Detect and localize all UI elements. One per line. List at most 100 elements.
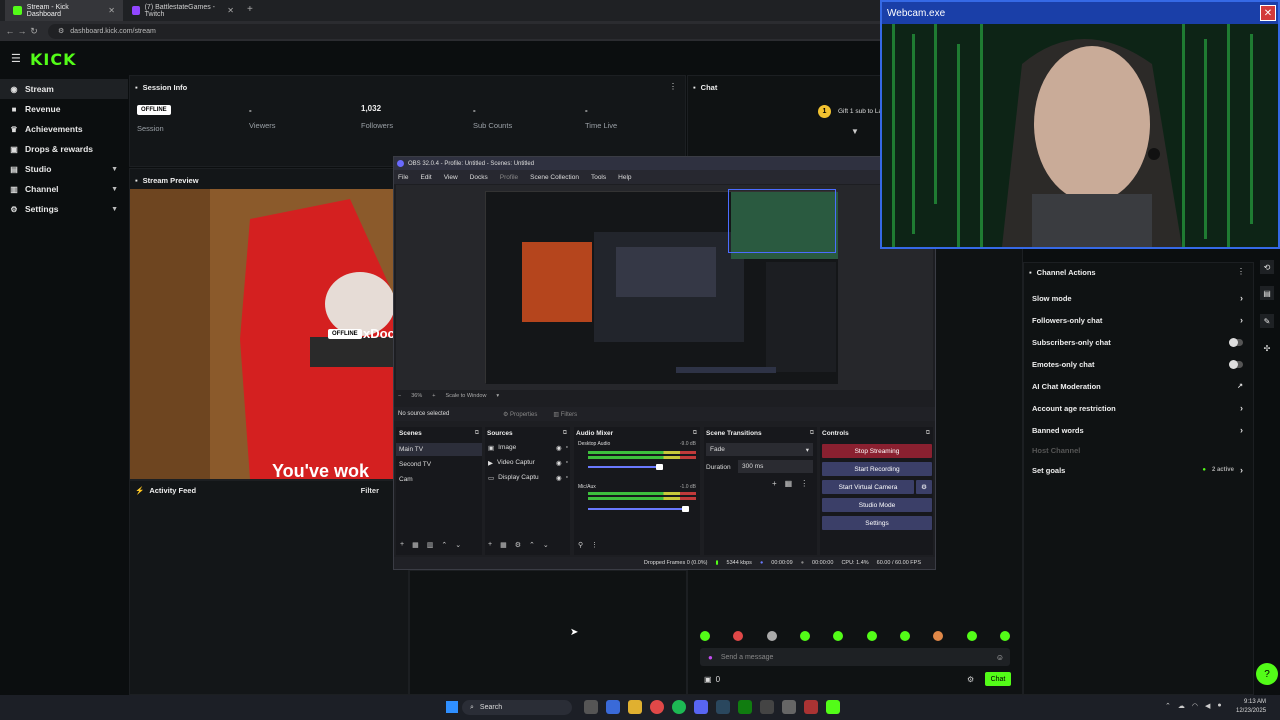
filter-icon[interactable]: ▥ — [427, 541, 434, 549]
forward-icon[interactable]: → — [16, 26, 28, 36]
emoji-icon[interactable]: ☺ — [996, 653, 1004, 662]
arrow-down-icon[interactable]: ⌄ — [543, 541, 549, 549]
subscribers-only-toggle[interactable] — [1229, 337, 1243, 347]
emote-icon[interactable] — [766, 631, 777, 641]
kick-logo[interactable]: KICK — [30, 50, 77, 69]
menu-view[interactable]: View — [444, 174, 458, 181]
studio-mode-button[interactable]: Studio Mode — [822, 498, 932, 512]
webcam-source-selection[interactable] — [728, 189, 836, 253]
reload-icon[interactable]: ↻ — [28, 26, 40, 37]
eye-icon[interactable]: ◉ — [556, 444, 562, 452]
dock-undock-icon[interactable]: ⧉ — [810, 430, 814, 437]
taskbar-clock[interactable]: 9:13 AM 12/23/2025 — [1236, 698, 1266, 716]
banned-words-item[interactable]: Banned words › — [1024, 419, 1253, 441]
source-item[interactable]: ▣ Image ◉ ▫ — [488, 444, 568, 452]
zoom-in-icon[interactable]: + — [432, 393, 435, 399]
sidebar-item-drops[interactable]: ▣ Drops & rewards — [0, 139, 128, 159]
settings-button[interactable]: Settings — [822, 516, 932, 530]
new-tab-icon[interactable]: + — [247, 4, 253, 15]
spotify-icon[interactable] — [672, 700, 686, 714]
broadcast-icon[interactable]: ⟲ — [1260, 260, 1274, 274]
menu-tools[interactable]: Tools — [591, 174, 606, 181]
followers-only-item[interactable]: Followers-only chat › — [1024, 309, 1253, 331]
windows-start-icon[interactable] — [446, 701, 458, 713]
stop-streaming-button[interactable]: Stop Streaming — [822, 444, 932, 458]
chrome-icon[interactable] — [650, 700, 664, 714]
url-field[interactable]: ⚙ dashboard.kick.com/stream — [48, 23, 908, 39]
pin-icon[interactable]: ▼ — [851, 127, 859, 136]
source-item[interactable]: ▶ Video Captur ◉ ▫ — [488, 459, 568, 467]
chat-send-button[interactable]: Chat — [985, 672, 1011, 686]
emote-icon[interactable] — [966, 631, 977, 641]
sidebar-item-revenue[interactable]: ■ Revenue — [0, 99, 128, 119]
sidebar-item-settings[interactable]: ⚙ Settings ▼ — [0, 199, 128, 219]
source-item[interactable]: ▭ Display Captu ◉ ▫ — [488, 474, 568, 482]
store-icon[interactable] — [606, 700, 620, 714]
steam-icon[interactable] — [716, 700, 730, 714]
scene-item[interactable]: Second TV — [399, 461, 431, 468]
help-icon[interactable]: ? — [1256, 663, 1278, 685]
sidebar-item-achievements[interactable]: ♛ Achievements — [0, 119, 128, 139]
discord-icon[interactable] — [694, 700, 708, 714]
emote-icon[interactable] — [799, 631, 810, 641]
ai-moderation-item[interactable]: AI Chat Moderation ↗ — [1024, 375, 1253, 397]
zoom-out-icon[interactable]: − — [398, 393, 401, 399]
add-icon[interactable]: + — [772, 479, 777, 488]
app-icon[interactable] — [760, 700, 774, 714]
subscribers-only-item[interactable]: Subscribers-only chat — [1024, 331, 1253, 353]
menu-help[interactable]: Help — [618, 174, 631, 181]
menu-docks[interactable]: Docks — [470, 174, 488, 181]
more-options-icon[interactable]: ⋮ — [800, 479, 808, 488]
set-goals-item[interactable]: Set goals ● 2 active › — [1024, 459, 1253, 481]
sidebar-item-stream[interactable]: ◉ Stream — [0, 79, 128, 99]
tab-kick-dashboard[interactable]: Stream - Kick Dashboard ✕ — [5, 0, 123, 21]
link-icon[interactable]: ⚲ — [578, 541, 583, 549]
emote-icon[interactable] — [700, 631, 710, 641]
cloud-icon[interactable]: ☁ — [1178, 702, 1185, 710]
more-options-icon[interactable]: ⋮ — [1237, 267, 1245, 276]
file-explorer-icon[interactable] — [628, 700, 642, 714]
wrench-icon[interactable]: ✎ — [1260, 314, 1274, 328]
gear-icon[interactable]: ⚙ — [515, 541, 521, 549]
volume-slider-handle[interactable] — [656, 464, 663, 470]
start-recording-button[interactable]: Start Recording — [822, 462, 932, 476]
trash-icon[interactable]: ▦ — [785, 479, 793, 488]
emote-icon[interactable] — [999, 631, 1010, 641]
xbox-icon[interactable] — [738, 700, 752, 714]
trash-icon[interactable]: ▦ — [500, 541, 507, 549]
microphone-icon[interactable]: ● — [708, 653, 713, 662]
menu-icon[interactable]: ☰ — [11, 52, 21, 65]
volume-slider[interactable] — [588, 466, 658, 468]
taskbar-search[interactable]: ⌕ Search — [462, 700, 572, 715]
emote-icon[interactable] — [833, 631, 844, 641]
eye-icon[interactable]: ◉ — [556, 459, 562, 467]
dock-undock-icon[interactable]: ⧉ — [475, 430, 479, 437]
emote-icon[interactable] — [733, 631, 744, 641]
scale-mode[interactable]: Scale to Window — [445, 393, 486, 399]
close-tab-icon[interactable]: ✕ — [227, 6, 234, 15]
menu-edit[interactable]: Edit — [420, 174, 431, 181]
start-virtual-camera-button[interactable]: Start Virtual Camera — [822, 480, 914, 494]
filter-button[interactable]: Filter — [361, 486, 379, 495]
emotes-only-toggle[interactable] — [1229, 359, 1243, 369]
sidebar-item-studio[interactable]: ▤ Studio ▼ — [0, 159, 128, 179]
arrow-down-icon[interactable]: ⌄ — [455, 541, 461, 549]
puzzle-icon[interactable]: ✣ — [1260, 341, 1274, 355]
more-options-icon[interactable]: ⋮ — [591, 541, 598, 549]
points-counter[interactable]: ▣ 0 — [704, 675, 720, 684]
wifi-icon[interactable]: ◠ — [1192, 702, 1198, 710]
chat-settings-icon[interactable]: ⚙ — [967, 675, 974, 684]
site-info-icon[interactable]: ⚙ — [58, 27, 64, 35]
volume-icon[interactable]: ◀ — [1205, 702, 1210, 710]
more-options-icon[interactable]: ⋮ — [669, 82, 677, 91]
kick-icon[interactable] — [826, 700, 840, 714]
menu-profile[interactable]: Profile — [500, 174, 518, 181]
chevron-down-icon[interactable]: ▾ — [496, 393, 499, 399]
chevron-up-icon[interactable]: ⌃ — [1165, 702, 1171, 710]
layout-icon[interactable]: ▤ — [1260, 286, 1274, 300]
emotes-only-item[interactable]: Emotes-only chat — [1024, 353, 1253, 375]
virtual-camera-settings-icon[interactable]: ⚙ — [916, 480, 932, 494]
tab-twitch[interactable]: (7) BattlestateGames - Twitch ✕ — [124, 0, 242, 21]
close-icon[interactable]: ✕ — [1260, 5, 1276, 21]
volume-slider[interactable] — [588, 508, 688, 510]
